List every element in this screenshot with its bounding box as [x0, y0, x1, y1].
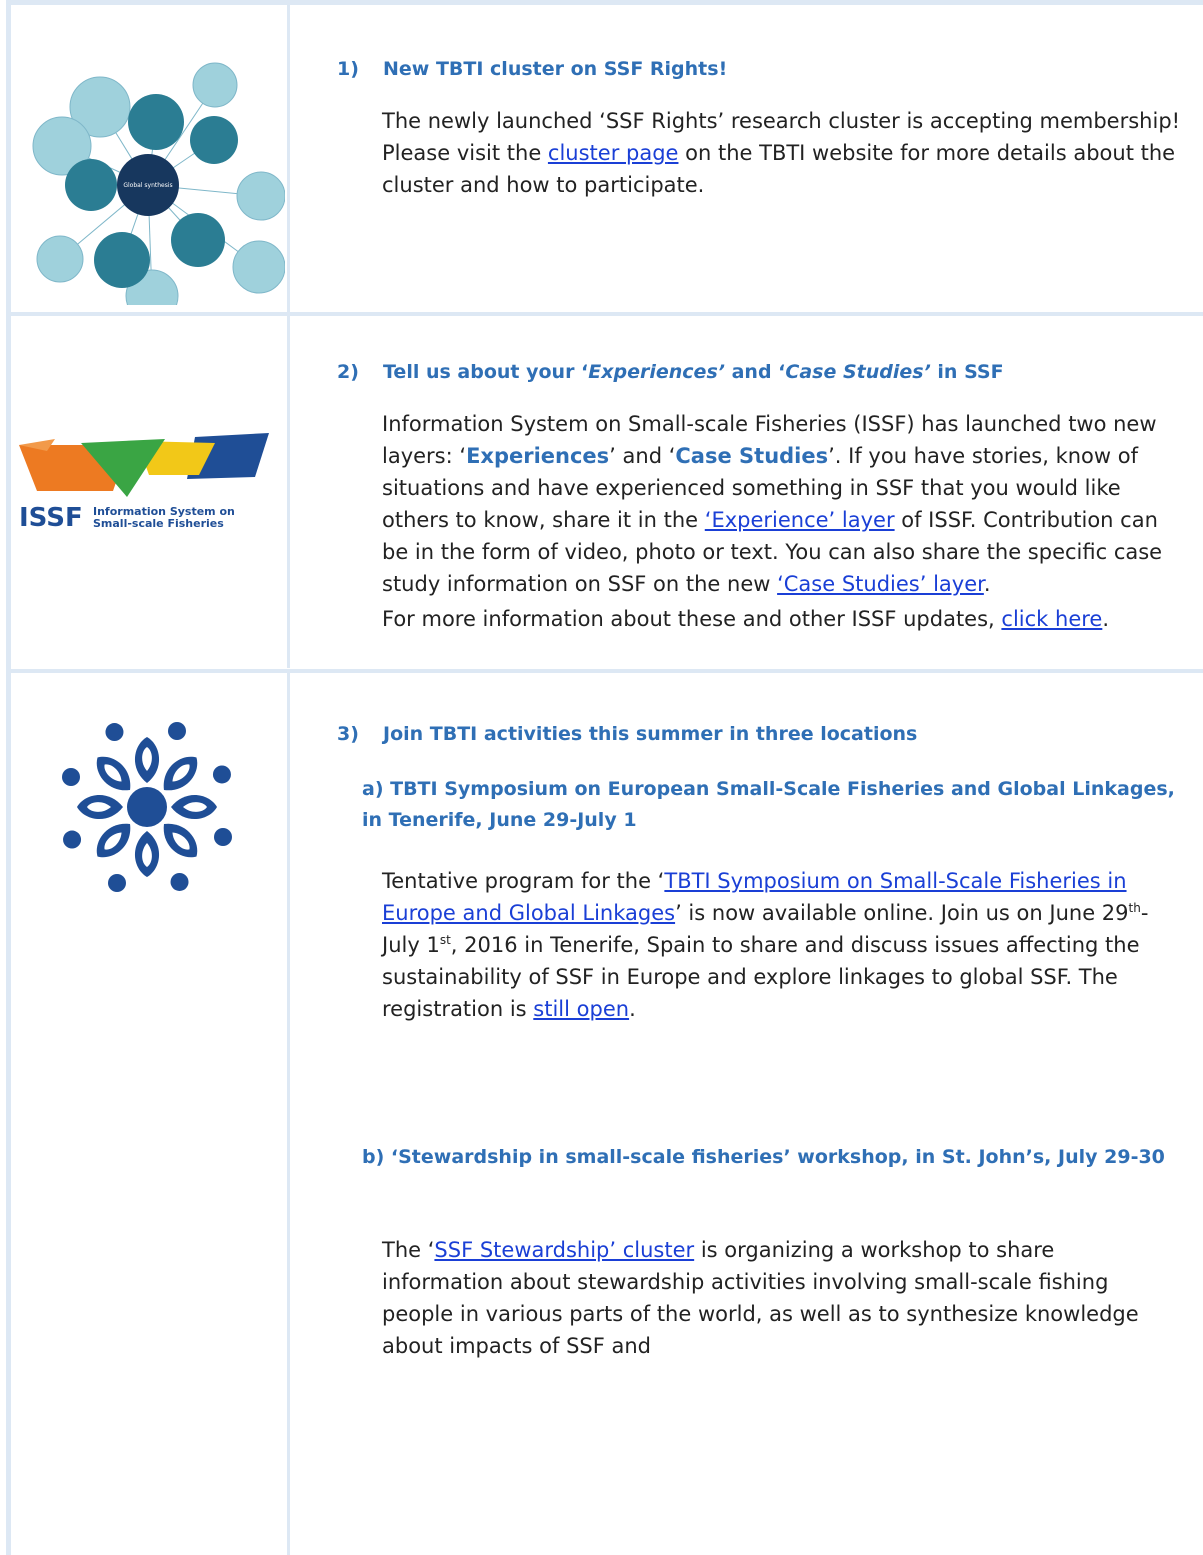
- para-text: ’ and ‘: [609, 444, 676, 468]
- para-text: The ‘: [382, 1238, 435, 1262]
- heading-text: Experiences’: [588, 361, 725, 383]
- news-row-3: 3) Join TBTI activities this summer in th…: [11, 673, 1203, 1555]
- para-text: For more information about these and oth…: [382, 607, 1002, 631]
- stewardship-cluster-link[interactable]: SSF Stewardship’ cluster: [434, 1238, 694, 1262]
- row-2-image-cell: ISSF Information System on Small-scale F…: [11, 316, 287, 668]
- section-3b-subheading: b) ‘Stewardship in small-scale fisheries…: [362, 1146, 1165, 1168]
- section-2-paragraph-2: For more information about these and oth…: [382, 603, 1177, 635]
- heading-number: 1): [337, 58, 359, 80]
- diagram-node-diverse-values: [128, 94, 184, 150]
- newsletter-page: Global synthesis 1) New TBTI cluster on S…: [0, 0, 1203, 1555]
- issf-logo-subtitle-2: Small-scale Fisheries: [93, 517, 224, 530]
- para-text: .: [629, 997, 636, 1021]
- para-emphasis: Experiences: [466, 444, 610, 468]
- row-3-image-cell: [11, 673, 287, 1555]
- tbti-logo-icon: [59, 719, 235, 895]
- click-here-link[interactable]: click here: [1001, 607, 1102, 631]
- cluster-page-link[interactable]: cluster page: [548, 141, 679, 165]
- news-row-1: Global synthesis 1) New TBTI cluster on S…: [11, 5, 1203, 312]
- heading-text: in SSF: [930, 361, 1004, 383]
- news-row-2: ISSF Information System on Small-scale F…: [11, 316, 1203, 668]
- cluster-diagram: Global synthesis: [32, 62, 285, 305]
- heading-text: New TBTI cluster on SSF Rights!: [383, 58, 728, 80]
- section-3-heading: 3) Join TBTI activities this summer in th…: [337, 721, 917, 747]
- heading-text: and ‘: [724, 361, 786, 383]
- row-1-text-cell: 1) New TBTI cluster on SSF Rights! The ne…: [290, 5, 1203, 312]
- para-text: .: [1102, 607, 1110, 631]
- heading-number: 3): [337, 723, 359, 745]
- para-text: , 2016 in Tenerife, Spain to share and d…: [382, 933, 1140, 1021]
- diagram-node-economic: [171, 213, 225, 267]
- section-2-paragraph-1: Information System on Small-scale Fisher…: [382, 408, 1177, 600]
- diagram-center-label: Global synthesis: [123, 182, 172, 189]
- row-3-text-cell: 3) Join TBTI activities this summer in th…: [290, 673, 1203, 1555]
- section-1-heading: 1) New TBTI cluster on SSF Rights!: [337, 56, 727, 82]
- heading-text: Case Studies’: [785, 361, 931, 383]
- section-3a-paragraph: Tentative program for the ‘TBTI Symposiu…: [382, 865, 1177, 1025]
- para-text: ’ is now available online. Join us on Ju…: [675, 901, 1129, 925]
- diagram-node-transboundary: [232, 240, 285, 294]
- diagram-node-fish-as-food: [36, 235, 84, 283]
- section-3b-paragraph: The ‘SSF Stewardship’ cluster is organiz…: [382, 1234, 1177, 1362]
- issf-logo: ISSF Information System on Small-scale F…: [19, 433, 269, 533]
- diagram-node-inland: [192, 62, 238, 108]
- case-studies-layer-link[interactable]: ‘Case Studies’ layer: [777, 572, 984, 596]
- experience-layer-link[interactable]: ‘Experience’ layer: [705, 508, 895, 532]
- heading-number: 2): [337, 361, 359, 383]
- diagram-node-ssf-rights: [190, 116, 238, 164]
- section-1-paragraph: The newly launched ‘SSF Rights’ research…: [382, 105, 1182, 201]
- diagram-node-guidelines: [94, 232, 150, 288]
- para-text: Tentative program for the ‘: [382, 869, 665, 893]
- para-emphasis: Case Studies: [675, 444, 829, 468]
- para-text: .: [983, 572, 991, 596]
- diagram-node-stewardship: [65, 159, 117, 211]
- row-1-image-cell: Global synthesis: [11, 5, 287, 312]
- superscript: st: [439, 933, 451, 947]
- issf-logo-text: ISSF: [19, 503, 83, 533]
- registration-link[interactable]: still open: [533, 997, 629, 1021]
- section-3a-subheading: a) TBTI Symposium on European Small-Scal…: [362, 778, 1175, 831]
- heading-text: Join TBTI activities this summer in thre…: [383, 723, 918, 745]
- diagram-node-market: [236, 171, 285, 221]
- section-2-heading: 2) Tell us about your ‘Experiences’ and ‘…: [337, 359, 1004, 385]
- superscript: th: [1128, 901, 1141, 915]
- heading-text: Tell us about your ‘: [383, 361, 589, 383]
- row-2-text-cell: 2) Tell us about your ‘Experiences’ and ‘…: [290, 316, 1203, 668]
